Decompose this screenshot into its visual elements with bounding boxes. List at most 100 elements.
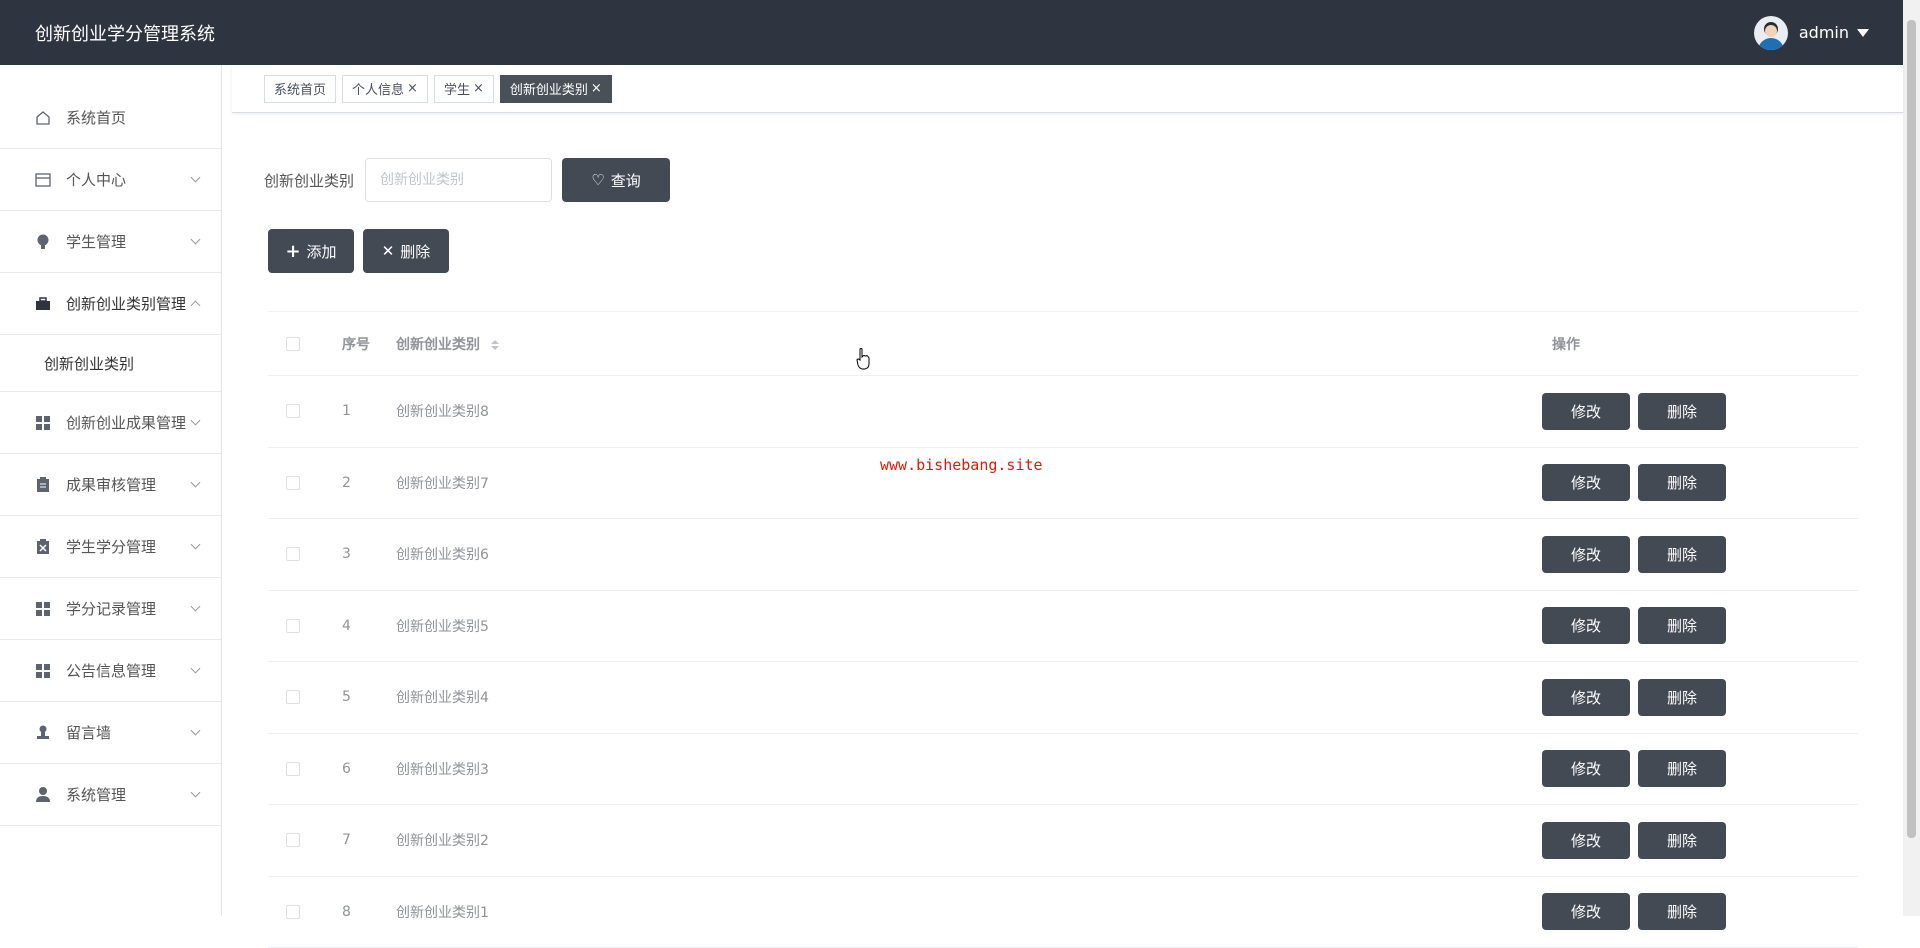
row-name: 创新创业类别7 <box>396 473 1538 493</box>
sidebar-item-label: 成果审核管理 <box>66 474 156 495</box>
delete-button[interactable]: 删除 <box>1638 822 1726 859</box>
sidebar-item-review-mgmt[interactable]: 成果审核管理 <box>0 454 221 516</box>
sidebar-item-achievement-mgmt[interactable]: 创新创业成果管理 <box>0 392 221 454</box>
tab-home[interactable]: 系统首页 <box>264 75 336 103</box>
sidebar-item-label: 公告信息管理 <box>66 660 156 681</box>
sidebar-item-category-mgmt[interactable]: 创新创业类别管理 <box>0 273 221 335</box>
sidebar-item-notice-mgmt[interactable]: 公告信息管理 <box>0 640 221 702</box>
grid-icon <box>34 662 52 680</box>
user-icon <box>34 786 52 804</box>
sidebar-subitem-label: 创新创业类别 <box>44 353 134 374</box>
sidebar-item-home[interactable]: 系统首页 <box>0 87 221 149</box>
delete-button[interactable]: 删除 <box>1638 893 1726 930</box>
user-menu[interactable]: admin <box>1754 16 1869 50</box>
search-button-label: 查询 <box>611 170 641 191</box>
batch-delete-button[interactable]: ✕ 删除 <box>363 229 449 273</box>
row-name: 创新创业类别5 <box>396 616 1538 636</box>
sidebar-item-students[interactable]: 学生管理 <box>0 211 221 273</box>
search-form: 创新创业类别 ♡ 查询 <box>264 158 670 202</box>
edit-button[interactable]: 修改 <box>1542 822 1630 859</box>
delete-button-label: 删除 <box>400 241 430 262</box>
search-button[interactable]: ♡ 查询 <box>562 158 670 202</box>
chevron-down-icon <box>191 664 201 674</box>
edit-button[interactable]: 修改 <box>1542 536 1630 573</box>
plus-icon: + <box>285 241 300 262</box>
watermark: www.bishebang.site <box>880 456 1043 474</box>
sidebar-item-label: 留言墙 <box>66 722 111 743</box>
scrollbar-thumb[interactable] <box>1907 20 1916 838</box>
vertical-scrollbar[interactable] <box>1903 0 1920 916</box>
edit-button[interactable]: 修改 <box>1542 607 1630 644</box>
row-index: 4 <box>342 618 396 634</box>
username[interactable]: admin <box>1799 23 1849 42</box>
sidebar-item-label: 学生管理 <box>66 231 126 252</box>
sort-icon[interactable] <box>491 340 499 350</box>
add-button[interactable]: + 添加 <box>268 229 354 273</box>
close-icon[interactable]: × <box>591 81 602 96</box>
sidebar-item-system-mgmt[interactable]: 系统管理 <box>0 764 221 826</box>
sidebar-item-label: 学分记录管理 <box>66 598 156 619</box>
table-row: 5 创新创业类别4 修改 删除 <box>268 662 1858 734</box>
delete-button[interactable]: 删除 <box>1638 536 1726 573</box>
row-checkbox[interactable] <box>286 547 300 561</box>
stamp-icon <box>34 724 52 742</box>
chevron-up-icon <box>191 301 201 311</box>
sidebar-item-credit-mgmt[interactable]: 学生学分管理 <box>0 516 221 578</box>
search-label: 创新创业类别 <box>264 170 354 191</box>
delete-button[interactable]: 删除 <box>1638 607 1726 644</box>
chevron-down-icon <box>191 540 201 550</box>
sidebar-item-label: 个人中心 <box>66 169 126 190</box>
row-checkbox[interactable] <box>286 905 300 919</box>
search-input[interactable] <box>365 158 552 202</box>
tab-label: 系统首页 <box>274 79 326 98</box>
delete-button[interactable]: 删除 <box>1638 393 1726 430</box>
row-index: 7 <box>342 832 396 848</box>
row-checkbox[interactable] <box>286 476 300 490</box>
sidebar-item-personal[interactable]: 个人中心 <box>0 149 221 211</box>
table-row: 4 创新创业类别5 修改 删除 <box>268 591 1858 663</box>
sidebar-item-message-wall[interactable]: 留言墙 <box>0 702 221 764</box>
edit-button[interactable]: 修改 <box>1542 464 1630 501</box>
avatar[interactable] <box>1754 16 1788 50</box>
row-index: 8 <box>342 904 396 920</box>
chevron-down-icon <box>191 602 201 612</box>
row-name: 创新创业类别4 <box>396 687 1538 707</box>
sidebar-subitem-category[interactable]: 创新创业类别 <box>0 335 221 392</box>
delete-button[interactable]: 删除 <box>1638 679 1726 716</box>
delete-button[interactable]: 删除 <box>1638 464 1726 501</box>
grid-icon <box>34 600 52 618</box>
row-checkbox[interactable] <box>286 404 300 418</box>
table-row: 8 创新创业类别1 修改 删除 <box>268 877 1858 948</box>
header-op: 操作 <box>1538 334 1858 354</box>
tab-label: 个人信息 <box>352 79 404 98</box>
edit-button[interactable]: 修改 <box>1542 750 1630 787</box>
edit-button[interactable]: 修改 <box>1542 679 1630 716</box>
header-name[interactable]: 创新创业类别 <box>396 334 1538 354</box>
data-table: 序号 创新创业类别 操作 1 创新创业类别8 修改 删除 2 创新创业类别7 修… <box>268 311 1858 948</box>
sidebar-item-credit-record[interactable]: 学分记录管理 <box>0 578 221 640</box>
table-row: 3 创新创业类别6 修改 删除 <box>268 519 1858 591</box>
close-icon[interactable]: × <box>473 81 484 96</box>
caret-down-icon[interactable] <box>1857 29 1869 37</box>
delete-button[interactable]: 删除 <box>1638 750 1726 787</box>
row-index: 5 <box>342 689 396 705</box>
hand-cursor-icon <box>856 348 870 370</box>
chevron-down-icon <box>191 788 201 798</box>
tab-personal-info[interactable]: 个人信息 × <box>342 75 428 103</box>
row-checkbox[interactable] <box>286 833 300 847</box>
row-checkbox[interactable] <box>286 690 300 704</box>
row-checkbox[interactable] <box>286 762 300 776</box>
tab-students[interactable]: 学生 × <box>434 75 494 103</box>
tab-category[interactable]: 创新创业类别 × <box>500 75 612 103</box>
edit-button[interactable]: 修改 <box>1542 393 1630 430</box>
close-icon[interactable]: × <box>407 81 418 96</box>
select-all-checkbox[interactable] <box>286 337 300 351</box>
briefcase-icon <box>34 295 52 313</box>
chevron-down-icon <box>191 235 201 245</box>
row-index: 6 <box>342 761 396 777</box>
row-name: 创新创业类别2 <box>396 830 1538 850</box>
edit-button[interactable]: 修改 <box>1542 893 1630 930</box>
row-checkbox[interactable] <box>286 619 300 633</box>
action-bar: + 添加 ✕ 删除 <box>268 229 458 273</box>
row-index: 3 <box>342 546 396 562</box>
